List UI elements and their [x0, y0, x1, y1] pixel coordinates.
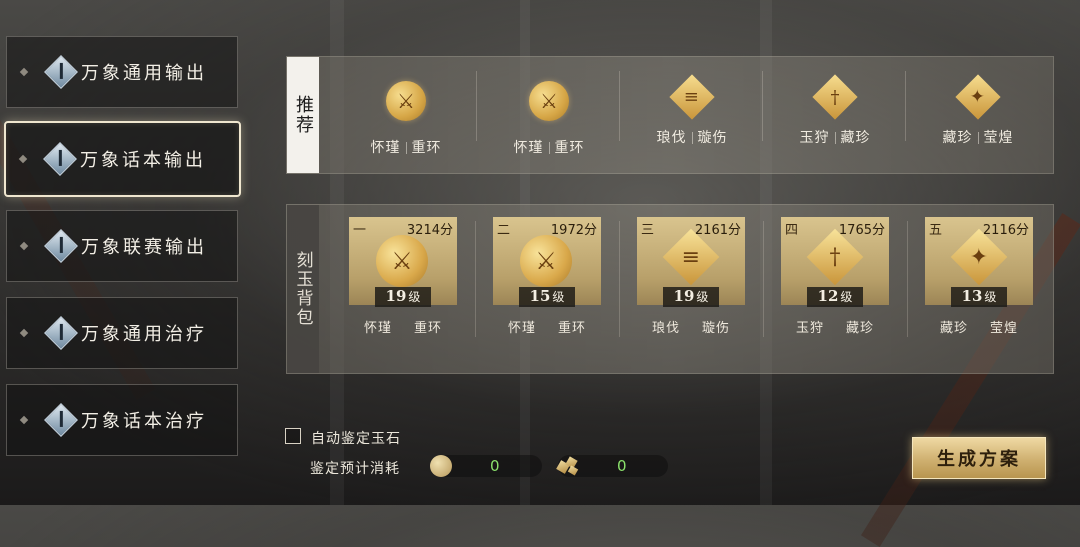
sidebar-item-label: 万象通用输出 [81, 63, 207, 84]
auto-identify-checkbox[interactable] [285, 428, 301, 444]
recommend-slot[interactable]: ≡ 琅伐 璇伤 [621, 57, 763, 175]
rank-label: 四 [785, 223, 799, 238]
cost-label: 鉴定预计消耗 [310, 461, 400, 477]
jade-name: 藏珍 [840, 130, 871, 146]
jade-name: 莹煌 [983, 130, 1014, 146]
rank-label: 五 [929, 223, 943, 238]
bullet-icon [18, 154, 28, 164]
jade-name: 怀瑾 [513, 140, 544, 156]
recommend-tag: 推荐 [287, 57, 319, 173]
bag-card[interactable]: 五 2116分 ✦ 13 级 藏珍 莹煌 [925, 217, 1033, 347]
jade-name: 莹煌 [990, 321, 1019, 336]
jade-name: 璇伤 [702, 321, 731, 336]
bag-card[interactable]: 三 2161分 ≡ 19 级 琅伐 璇伤 [637, 217, 745, 347]
jade-name: 藏珍 [939, 321, 968, 336]
jade-diamond-icon [44, 403, 78, 437]
recommend-panel: 推荐 ⚔ 怀瑾 重环 ⚔ 怀瑾 重环 ≡ 琅伐 璇伤 † 玉狩 藏珍 ✦ 藏珍 莹煌 [286, 56, 1054, 174]
bullet-icon [19, 328, 29, 338]
jade-coin-icon [430, 455, 452, 477]
score-label: 2161分 [694, 223, 741, 238]
rank-label: 一 [353, 223, 367, 238]
jade-name: 重环 [414, 321, 443, 336]
sidebar-item-label: 万象话本治疗 [81, 411, 207, 432]
generate-plan-button[interactable]: 生成方案 [912, 437, 1046, 479]
score-label: 2116分 [982, 223, 1029, 238]
jade-bag-panel: 刻玉背包 一 3214分 ⚔ 19 级 怀瑾 重环 二 1972分 ⚔ 15 级 怀瑾… [286, 204, 1054, 374]
jade-name: 重环 [554, 140, 585, 156]
sidebar-item-story-heal[interactable]: 万象话本治疗 [6, 384, 238, 456]
sidebar-item-label: 万象联赛输出 [81, 237, 207, 258]
jade-name: 琅伐 [651, 321, 680, 336]
jade-name: 怀瑾 [507, 321, 536, 336]
jade-name: 怀瑾 [370, 140, 401, 156]
dagger-coin-icon: ⚔ [376, 235, 428, 287]
dagger-coin-icon: ⚔ [386, 81, 426, 121]
dagger-coin-icon: ⚔ [529, 81, 569, 121]
jade-name: 玉狩 [795, 321, 824, 336]
sidebar-item-general-output[interactable]: 万象通用输出 [6, 36, 238, 108]
rank-label: 三 [641, 223, 655, 238]
dagger-coin-icon: ⚔ [520, 235, 572, 287]
jade-diamond-icon [44, 316, 78, 350]
auto-identify-label: 自动鉴定玉石 [311, 431, 401, 447]
level-badge: 12 级 [807, 287, 863, 307]
level-badge: 19 级 [375, 287, 431, 307]
cost-value: 0 [490, 457, 500, 475]
bag-card[interactable]: 四 1765分 † 12 级 玉狩 藏珍 [781, 217, 889, 347]
jade-name: 玉狩 [799, 130, 830, 146]
jade-diamond-icon [43, 142, 77, 176]
sidebar-item-label: 万象通用治疗 [81, 324, 207, 345]
jade-name: 藏珍 [846, 321, 875, 336]
level-badge: 13 级 [951, 287, 1007, 307]
jade-name: 藏珍 [942, 130, 973, 146]
jade-bag-tag: 刻玉背包 [287, 205, 319, 373]
sidebar-item-story-output[interactable]: 万象话本输出 [4, 121, 241, 197]
sidebar-item-general-heal[interactable]: 万象通用治疗 [6, 297, 238, 369]
cost-value: 0 [617, 457, 627, 475]
score-label: 1972分 [550, 223, 597, 238]
phoenix-diamond-icon: ✦ [955, 74, 1001, 120]
recommend-slot[interactable]: ⚔ 怀瑾 重环 [478, 57, 620, 175]
bag-card[interactable]: 一 3214分 ⚔ 19 级 怀瑾 重环 [349, 217, 457, 347]
bullet-icon [19, 67, 29, 77]
comb-diamond-icon: ≡ [669, 74, 715, 120]
score-label: 3214分 [406, 223, 453, 238]
sidebar-item-label: 万象话本输出 [80, 150, 206, 171]
level-badge: 15 级 [519, 287, 575, 307]
bullet-icon [19, 241, 29, 251]
jade-name: 怀瑾 [363, 321, 392, 336]
jade-name: 璇伤 [697, 130, 728, 146]
bullet-icon [19, 415, 29, 425]
sidebar-item-league-output[interactable]: 万象联赛输出 [6, 210, 238, 282]
rank-label: 二 [497, 223, 511, 238]
gold-ore-icon [556, 456, 580, 476]
score-label: 1765分 [838, 223, 885, 238]
recommend-slot[interactable]: † 玉狩 藏珍 [764, 57, 906, 175]
recommend-slot[interactable]: ✦ 藏珍 莹煌 [907, 57, 1049, 175]
jade-name: 琅伐 [656, 130, 687, 146]
jade-diamond-icon [44, 55, 78, 89]
jade-name: 重环 [558, 321, 587, 336]
recommend-slot[interactable]: ⚔ 怀瑾 重环 [335, 57, 477, 175]
level-badge: 19 级 [663, 287, 719, 307]
jade-diamond-icon [44, 229, 78, 263]
sword-diamond-icon: † [812, 74, 858, 120]
bag-card[interactable]: 二 1972分 ⚔ 15 级 怀瑾 重环 [493, 217, 601, 347]
jade-name: 重环 [411, 140, 442, 156]
